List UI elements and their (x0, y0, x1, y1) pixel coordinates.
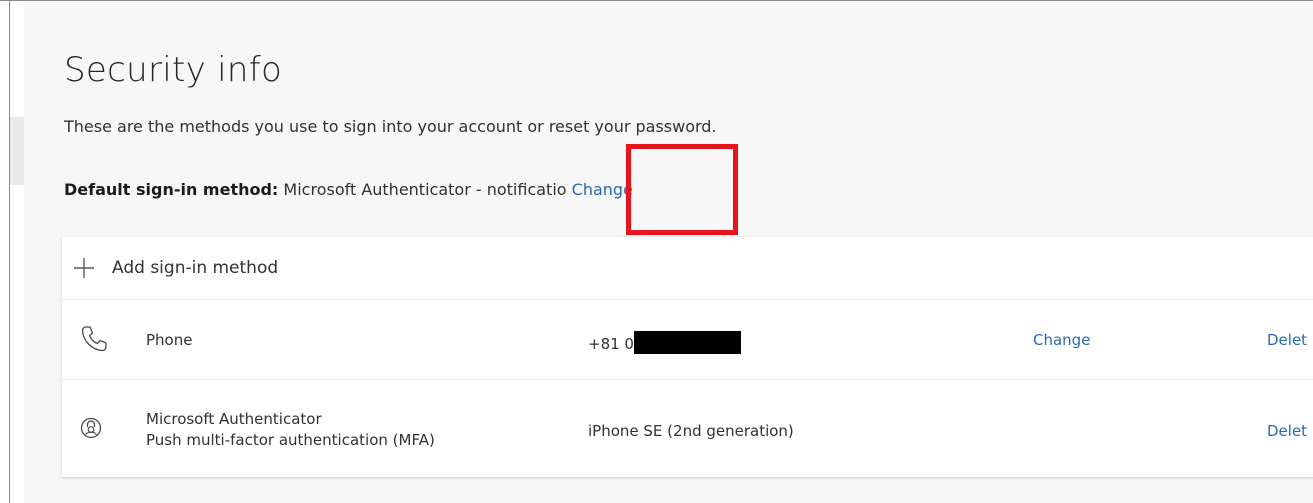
phone-number-prefix: +81 0 (588, 335, 634, 353)
red-highlight-annotation (626, 144, 738, 235)
sidebar-scroll-stub (10, 117, 24, 185)
redaction-bar (633, 331, 741, 354)
phone-icon (79, 324, 109, 354)
authenticator-lock-icon (76, 413, 106, 443)
page-description: These are the methods you use to sign in… (64, 117, 717, 136)
device-name: iPhone SE (2nd generation) (588, 422, 794, 440)
method-name: Microsoft Authenticator (146, 410, 322, 428)
add-sign-in-method-label: Add sign-in method (112, 258, 279, 278)
method-subtitle: Push multi-factor authentication (MFA) (146, 431, 435, 449)
change-default-method-link[interactable]: Change (572, 180, 633, 199)
method-row-phone: Phone +81 0 Change Delet (62, 299, 1313, 380)
method-row-authenticator: Microsoft Authenticator Push multi-facto… (62, 379, 1313, 477)
delete-phone-link[interactable]: Delet (1267, 331, 1307, 349)
page-title: Security info (64, 50, 283, 90)
method-name-block: Microsoft Authenticator Push multi-facto… (146, 409, 435, 451)
browser-viewport: Security info These are the methods you … (0, 0, 1313, 503)
default-sign-in-method: Default sign-in method: Microsoft Authen… (64, 180, 633, 199)
phone-number: +81 0 (588, 331, 741, 354)
plus-icon (73, 257, 95, 279)
window-border (9, 1, 10, 503)
change-phone-link[interactable]: Change (1033, 331, 1090, 349)
add-sign-in-method-button[interactable]: Add sign-in method (62, 237, 1313, 300)
method-name: Phone (146, 331, 193, 349)
default-method-value: Microsoft Authenticator - notificatio (283, 180, 567, 199)
delete-authenticator-link[interactable]: Delet (1267, 422, 1307, 440)
sign-in-methods-card: Add sign-in method Phone +81 0 Change De… (62, 237, 1313, 477)
security-info-page: Security info These are the methods you … (24, 2, 1313, 503)
default-method-label: Default sign-in method: (64, 180, 279, 199)
